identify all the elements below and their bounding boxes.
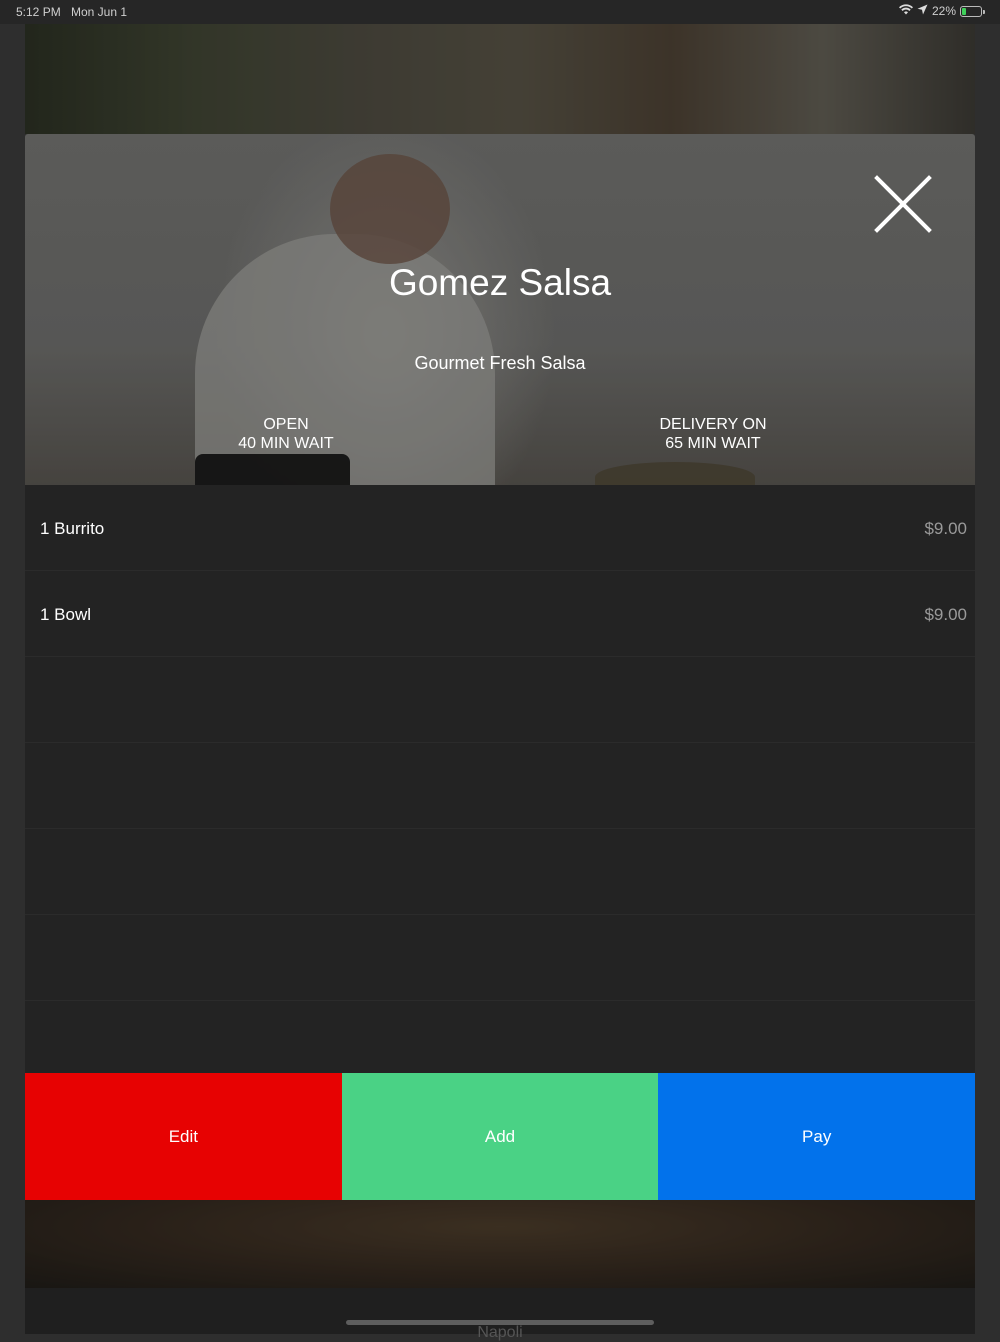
close-button[interactable] bbox=[871, 172, 935, 236]
close-icon bbox=[874, 175, 932, 233]
order-item-row[interactable]: 1 Bowl $9.00 bbox=[25, 571, 975, 657]
edit-button[interactable]: Edit bbox=[25, 1073, 342, 1200]
empty-order-row bbox=[25, 829, 975, 915]
background-card: Napoli bbox=[25, 1288, 975, 1341]
order-item-list: 1 Burrito $9.00 1 Bowl $9.00 bbox=[25, 485, 975, 1001]
order-item-row[interactable]: 1 Burrito $9.00 bbox=[25, 485, 975, 571]
order-modal: Gomez Salsa Gourmet Fresh Salsa OPEN 40 … bbox=[25, 134, 975, 1200]
status-indicators: 22% bbox=[898, 4, 985, 18]
add-button[interactable]: Add bbox=[341, 1073, 659, 1200]
open-status-label: OPEN bbox=[263, 416, 309, 433]
order-item-price: $9.00 bbox=[924, 519, 967, 538]
wifi-icon bbox=[898, 4, 913, 18]
location-arrow-icon bbox=[917, 4, 928, 18]
order-item-name: 1 Bowl bbox=[40, 605, 92, 624]
background-card-image-top bbox=[25, 24, 975, 134]
empty-order-row bbox=[25, 657, 975, 743]
order-item-name: 1 Burrito bbox=[40, 519, 105, 538]
empty-order-row bbox=[25, 743, 975, 829]
status-bar: 5:12 PM Mon Jun 1 22% bbox=[0, 0, 1000, 24]
delivery-status: DELIVERY ON 65 MIN WAIT bbox=[623, 415, 803, 453]
background-card-title: Napoli bbox=[477, 1324, 523, 1341]
status-time: 5:12 PM bbox=[16, 5, 61, 19]
home-indicator[interactable] bbox=[346, 1320, 654, 1325]
action-bar: Edit Add Pay bbox=[25, 1073, 975, 1200]
restaurant-name: Gomez Salsa bbox=[388, 262, 612, 303]
open-wait-time: 40 MIN WAIT bbox=[238, 435, 334, 452]
delivery-wait-time: 65 MIN WAIT bbox=[665, 435, 761, 452]
battery-icon bbox=[960, 5, 985, 17]
status-date: Mon Jun 1 bbox=[71, 5, 128, 19]
delivery-status-label: DELIVERY ON bbox=[659, 416, 767, 433]
hero-overlay bbox=[25, 134, 975, 485]
battery-fill bbox=[962, 7, 966, 15]
empty-order-row bbox=[25, 915, 975, 1001]
restaurant-hero: Gomez Salsa Gourmet Fresh Salsa OPEN 40 … bbox=[25, 134, 975, 485]
open-status: OPEN 40 MIN WAIT bbox=[196, 415, 376, 453]
pay-button[interactable]: Pay bbox=[658, 1073, 975, 1200]
background-card-image-bottom bbox=[25, 1200, 975, 1288]
restaurant-tagline: Gourmet Fresh Salsa bbox=[414, 353, 586, 373]
battery-percent: 22% bbox=[931, 4, 956, 18]
order-item-price: $9.00 bbox=[924, 605, 967, 624]
